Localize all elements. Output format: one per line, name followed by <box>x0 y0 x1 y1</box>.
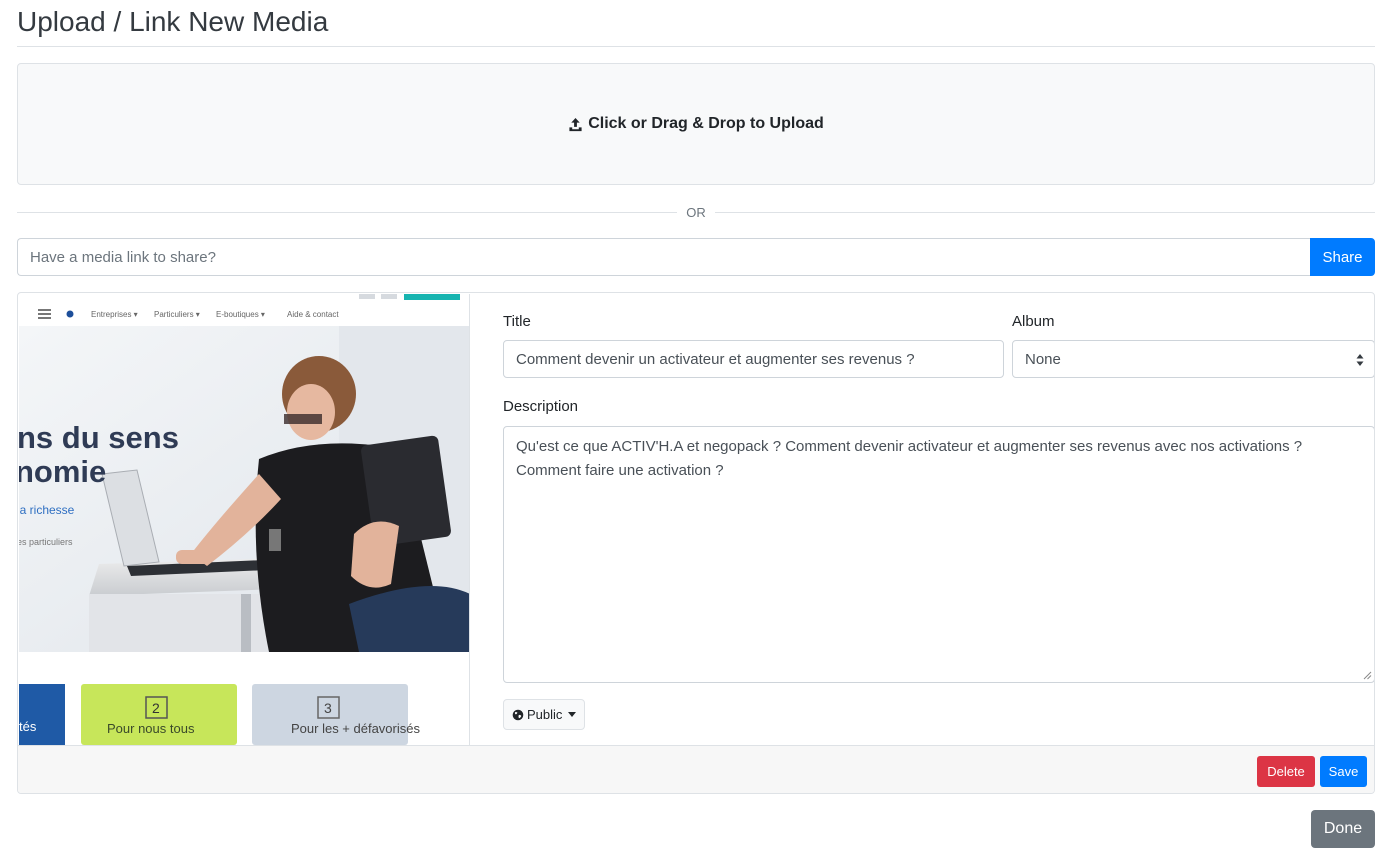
media-link-group: Share <box>17 238 1375 276</box>
upload-dropzone[interactable]: Click or Drag & Drop to Upload <box>17 63 1375 185</box>
thumb-link-text: la richesse <box>19 503 75 517</box>
share-button[interactable]: Share <box>1310 238 1375 276</box>
media-card-footer: Delete Save <box>18 745 1374 793</box>
thumb-card-number: 2 <box>152 700 160 716</box>
media-link-input[interactable] <box>17 238 1310 276</box>
thumb-small-text: es particuliers <box>19 537 73 547</box>
resize-grip-icon[interactable] <box>1363 671 1372 680</box>
page-title: Upload / Link New Media <box>17 6 329 37</box>
thumb-nav-item: E-boutiques ▾ <box>216 310 265 319</box>
thumb-nav-item: Entreprises ▾ <box>91 310 138 319</box>
thumb-card-text: Pour nous tous <box>107 721 195 736</box>
title-input-value: Comment devenir un activateur et augment… <box>516 350 915 368</box>
save-button[interactable]: Save <box>1320 756 1367 787</box>
media-thumbnail[interactable]: Entreprises ▾ Particuliers ▾ E-boutiques… <box>19 294 470 745</box>
title-input[interactable]: Comment devenir un activateur et augment… <box>503 340 1004 378</box>
delete-button[interactable]: Delete <box>1257 756 1315 787</box>
title-label: Title <box>503 313 531 330</box>
thumb-card-text: Pour les + défavorisés <box>291 721 420 736</box>
thumb-nav-item: Aide & contact <box>287 310 339 319</box>
privacy-label: Public <box>527 707 563 722</box>
description-textarea[interactable]: Qu'est ce que ACTIV'H.A et negopack ? Co… <box>503 426 1374 683</box>
album-select-value: None <box>1025 350 1061 368</box>
privacy-dropdown[interactable]: Public <box>503 699 586 730</box>
title-divider <box>17 46 1375 47</box>
media-form: Title Comment devenir un activateur et a… <box>487 293 1374 745</box>
select-arrows-icon <box>1356 354 1364 366</box>
thumb-headline: ns du sens <box>19 420 179 455</box>
thumb-headline: nomie <box>19 454 106 489</box>
globe-icon <box>512 709 524 720</box>
thumb-card-text: tés <box>19 719 37 734</box>
description-value: Qu'est ce que ACTIV'H.A et negopack ? Co… <box>516 438 1303 479</box>
or-label: OR <box>686 204 706 220</box>
description-label: Description <box>503 398 579 415</box>
caret-down-icon <box>568 712 577 717</box>
dropzone-label: Click or Drag & Drop to Upload <box>588 115 824 132</box>
album-select[interactable]: None <box>1012 340 1374 378</box>
done-button[interactable]: Done <box>1311 810 1375 848</box>
upload-icon <box>569 117 582 131</box>
thumb-card-number: 3 <box>324 700 332 716</box>
or-divider: OR <box>17 202 1375 222</box>
thumb-nav-item: Particuliers ▾ <box>154 310 200 319</box>
album-label: Album <box>1012 313 1055 330</box>
media-card: Entreprises ▾ Particuliers ▾ E-boutiques… <box>17 292 1375 794</box>
